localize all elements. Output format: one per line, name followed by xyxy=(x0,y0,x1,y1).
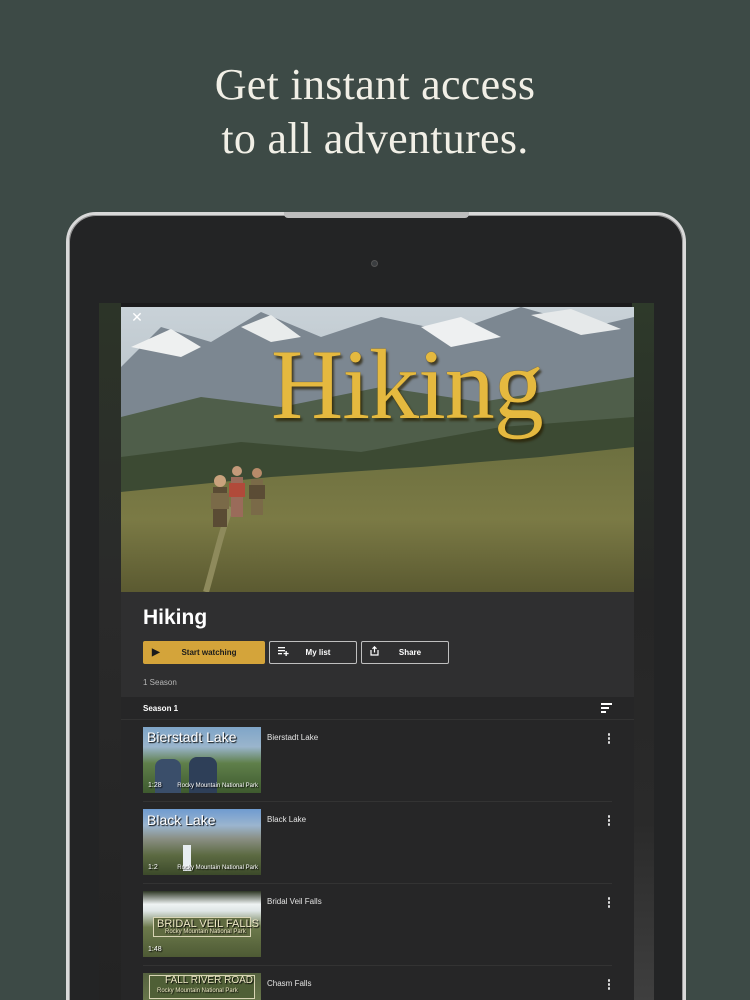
episode-thumbnail[interactable]: Black Lake 1:2 Rocky Mountain National P… xyxy=(143,809,261,875)
more-options-icon[interactable] xyxy=(606,897,612,911)
thumbnail-duration: 1:48 xyxy=(148,946,162,953)
episode-title: Bridal Veil Falls xyxy=(267,897,322,906)
show-title: Hiking xyxy=(143,606,208,629)
my-list-button[interactable]: My list xyxy=(269,641,357,664)
season-header: Season 1 xyxy=(121,697,634,720)
more-options-icon[interactable] xyxy=(606,979,612,993)
hero-image: Hiking ✕ xyxy=(121,307,634,592)
thumbnail-subtitle: Rocky Mountain National Park xyxy=(165,929,246,935)
background-edge-right xyxy=(632,303,654,1000)
thumbnail-title: FALL RIVER ROAD xyxy=(165,975,253,986)
thumbnail-title: Bierstadt Lake xyxy=(147,729,237,745)
close-button[interactable]: ✕ xyxy=(129,309,145,325)
headline-line-2: to all adventures. xyxy=(221,114,529,163)
episode-row[interactable]: FALL RIVER ROAD Rocky Mountain National … xyxy=(143,966,612,1000)
episode-title: Bierstadt Lake xyxy=(267,733,319,742)
thumbnail-subtitle: Rocky Mountain National Park xyxy=(157,988,238,994)
sort-icon[interactable] xyxy=(601,703,612,713)
playlist-add-icon xyxy=(278,646,289,659)
camera-icon xyxy=(371,260,378,267)
season-count: 1 Season xyxy=(143,678,177,687)
show-info-panel: Hiking ▶ Start watching My list Share 1 … xyxy=(121,592,634,697)
episode-title: Chasm Falls xyxy=(267,979,312,988)
episode-thumbnail[interactable]: BRIDAL VEIL FALLS 1:48 Rocky Mountain Na… xyxy=(143,891,261,957)
more-options-icon[interactable] xyxy=(606,815,612,829)
play-icon: ▶ xyxy=(152,647,160,658)
tablet-frame: Hiking ✕ Hiking ▶ Start watching My list… xyxy=(66,212,686,1000)
start-watching-button[interactable]: ▶ Start watching xyxy=(143,641,265,664)
thumbnail-duration: 1:28 xyxy=(148,782,162,789)
tablet-top-edge xyxy=(284,212,469,218)
start-watching-label: Start watching xyxy=(181,648,237,657)
episode-row[interactable]: Bierstadt Lake 1:28 Rocky Mountain Natio… xyxy=(143,720,612,802)
episode-row[interactable]: BRIDAL VEIL FALLS 1:48 Rocky Mountain Na… xyxy=(143,884,612,966)
headline-line-1: Get instant access xyxy=(214,60,536,109)
episode-thumbnail[interactable]: FALL RIVER ROAD Rocky Mountain National … xyxy=(143,973,261,1000)
close-icon: ✕ xyxy=(131,309,143,325)
episode-thumbnail[interactable]: Bierstadt Lake 1:28 Rocky Mountain Natio… xyxy=(143,727,261,793)
episode-list: Season 1 Bierstadt Lake 1:28 Rocky Mount… xyxy=(121,697,634,1000)
thumbnail-subtitle: Rocky Mountain National Park xyxy=(177,865,258,871)
thumbnail-title: Black Lake xyxy=(147,812,216,828)
share-icon xyxy=(370,645,379,659)
episode-row[interactable]: Black Lake 1:2 Rocky Mountain National P… xyxy=(143,802,612,884)
background-edge-left xyxy=(99,303,121,1000)
more-options-icon[interactable] xyxy=(606,733,612,747)
app-screen: Hiking ✕ Hiking ▶ Start watching My list… xyxy=(99,303,654,1000)
share-button[interactable]: Share xyxy=(361,641,449,664)
marketing-headline: Get instant access to all adventures. xyxy=(0,58,750,166)
episode-title: Black Lake xyxy=(267,815,307,824)
hero-title-art: Hiking xyxy=(271,329,544,440)
details-sheet: Hiking ✕ Hiking ▶ Start watching My list… xyxy=(121,307,634,1000)
thumbnail-duration: 1:2 xyxy=(148,864,158,871)
thumbnail-subtitle: Rocky Mountain National Park xyxy=(177,783,258,789)
season-label: Season 1 xyxy=(143,704,179,713)
